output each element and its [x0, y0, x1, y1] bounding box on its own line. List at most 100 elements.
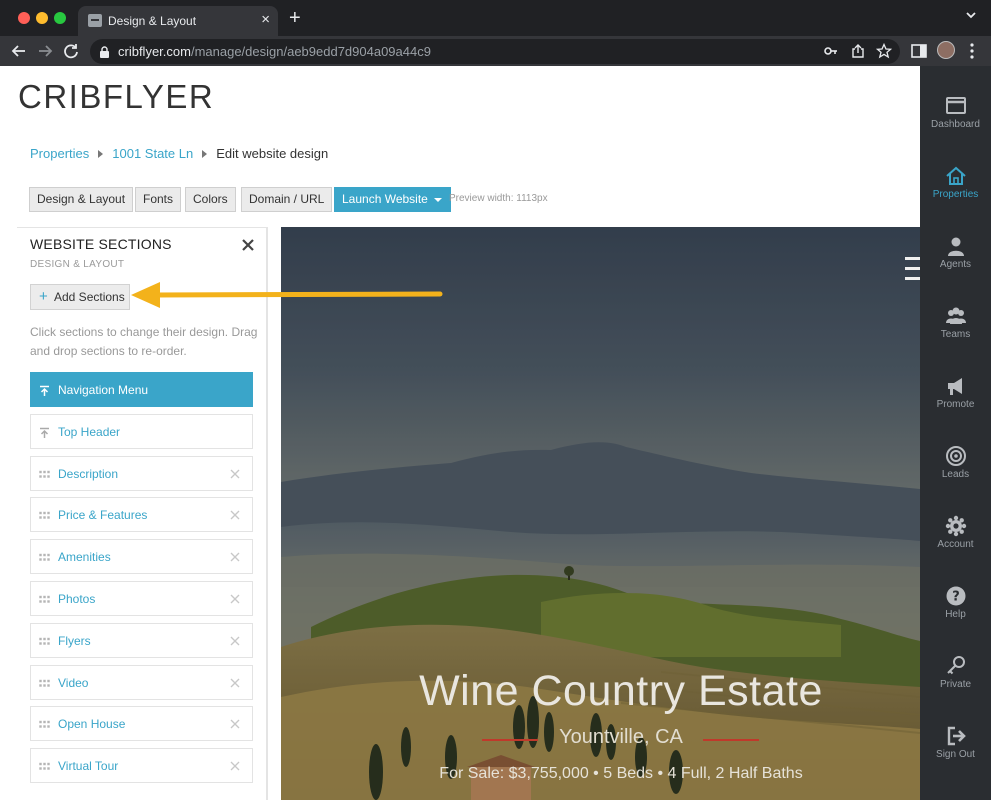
domain-url-button[interactable]: Domain / URL — [241, 187, 333, 212]
add-sections-button[interactable]: + Add Sections — [30, 284, 130, 310]
sidebar-item-label: Help — [945, 609, 966, 620]
remove-section-icon[interactable] — [230, 719, 240, 729]
sidebar-item-dashboard[interactable]: Dashboard — [920, 87, 991, 149]
section-item-price-features[interactable]: Price & Features — [30, 497, 253, 533]
app-main: CRIBFLYER Properties 1001 State Ln Edit we… — [0, 66, 991, 800]
remove-section-icon[interactable] — [230, 552, 240, 562]
reload-icon[interactable] — [60, 40, 82, 62]
remove-section-icon[interactable] — [230, 636, 240, 646]
dropdown-caret-icon — [433, 198, 442, 202]
sidebar-item-label: Private — [939, 679, 972, 690]
back-arrow-icon[interactable] — [8, 40, 30, 62]
dashboard-icon — [946, 97, 966, 114]
target-icon — [946, 446, 966, 466]
instructions-text: Click sections to change their design. D… — [30, 325, 258, 358]
website-sections-panel: WEBSITE SECTIONS DESIGN & LAYOUT + Add S… — [17, 227, 268, 800]
svg-text:?: ? — [952, 590, 960, 605]
hero-location-wrap: Yountville, CA — [281, 726, 920, 749]
sidebar-item-promote[interactable]: Promote — [920, 367, 991, 429]
launch-website-label: Launch Website — [342, 192, 428, 206]
panel-subtitle: DESIGN & LAYOUT — [30, 259, 125, 270]
pin-top-icon — [40, 385, 49, 396]
side-panel-icon[interactable] — [909, 41, 929, 61]
pin-top-icon — [40, 427, 49, 438]
browser-menu-icon[interactable] — [970, 42, 974, 60]
sidebar-item-properties[interactable]: Properties — [920, 157, 991, 219]
forward-arrow-icon[interactable] — [34, 40, 56, 62]
breadcrumb-current: Edit website design — [216, 146, 329, 161]
key-icon[interactable] — [823, 43, 839, 59]
section-item-video[interactable]: Video — [30, 664, 253, 700]
sidebar-item-help[interactable]: ? Help — [920, 577, 991, 639]
remove-section-icon[interactable] — [230, 510, 240, 520]
sidebar-item-private[interactable]: Private — [920, 647, 991, 709]
share-icon[interactable] — [850, 43, 866, 59]
address-bar[interactable]: cribflyer.com/manage/design/aeb9edd7d904… — [90, 39, 900, 64]
hamburger-menu-icon[interactable] — [905, 254, 920, 284]
drag-handle-icon — [39, 762, 50, 770]
help-icon: ? — [946, 586, 966, 606]
sidebar-item-label: Agents — [939, 259, 972, 270]
browser-tab-active[interactable]: Design & Layout × — [78, 6, 278, 36]
megaphone-icon — [948, 378, 962, 395]
cribflyer-logo[interactable]: CRIBFLYER — [18, 78, 214, 116]
section-label: Description — [58, 466, 119, 481]
website-preview[interactable]: Wine Country Estate Yountville, CA For S… — [281, 227, 920, 800]
key-icon — [947, 656, 965, 675]
section-item-virtual-tour[interactable]: Virtual Tour — [30, 748, 253, 784]
launch-website-button[interactable]: Launch Website — [334, 187, 451, 212]
remove-section-icon[interactable] — [230, 761, 240, 771]
home-icon — [946, 166, 966, 185]
section-item-amenities[interactable]: Amenities — [30, 539, 253, 575]
close-icon[interactable] — [241, 238, 255, 252]
url-text: cribflyer.com/manage/design/aeb9edd7d904… — [118, 44, 431, 59]
panel-title: WEBSITE SECTIONS — [30, 236, 172, 252]
drag-handle-icon — [39, 679, 50, 687]
url-path: /manage/design/aeb9edd7d904a09a44c9 — [190, 44, 431, 59]
breadcrumb-separator-icon — [98, 150, 104, 159]
sidebar-item-label: Properties — [932, 189, 979, 200]
tab-bar: Design & Layout × + — [0, 0, 991, 36]
profile-avatar[interactable] — [937, 41, 955, 59]
hero-title: Wine Country Estate — [419, 667, 823, 715]
minimize-window-button[interactable] — [36, 12, 48, 24]
breadcrumb-property-link[interactable]: 1001 State Ln — [112, 146, 193, 161]
section-item-top-header[interactable]: Top Header — [30, 413, 253, 449]
section-item-photos[interactable]: Photos — [30, 581, 253, 616]
design-layout-button[interactable]: Design & Layout — [29, 187, 134, 212]
section-label: Video — [58, 675, 89, 690]
site-favicon-icon — [88, 14, 102, 27]
breadcrumb: Properties 1001 State Ln Edit website desi… — [30, 146, 328, 161]
hero-location: Yountville, CA — [559, 726, 683, 748]
remove-section-icon[interactable] — [230, 594, 240, 604]
add-sections-label: Add Sections — [54, 290, 125, 304]
sidebar-item-teams[interactable]: Teams — [920, 297, 991, 359]
drag-handle-icon — [39, 553, 50, 561]
lock-icon — [100, 46, 109, 58]
close-window-button[interactable] — [18, 12, 30, 24]
sidebar-item-agents[interactable]: Agents — [920, 227, 991, 289]
remove-section-icon[interactable] — [230, 678, 240, 688]
breadcrumb-properties-link[interactable]: Properties — [30, 146, 89, 161]
browser-toolbar: cribflyer.com/manage/design/aeb9edd7d904… — [0, 36, 991, 66]
section-item-navigation-menu[interactable]: Navigation Menu — [30, 372, 253, 407]
app-sidebar: Dashboard Properties Agents Teams Promote Lea… — [920, 66, 991, 800]
colors-button[interactable]: Colors — [185, 187, 236, 212]
tab-close-icon[interactable]: × — [261, 12, 270, 28]
section-item-description[interactable]: Description — [30, 455, 253, 491]
sidebar-item-account[interactable]: Account — [920, 507, 991, 569]
sidebar-item-leads[interactable]: Leads — [920, 437, 991, 499]
tab-search-chevron-icon[interactable] — [965, 9, 977, 21]
section-item-open-house[interactable]: Open House — [30, 706, 253, 742]
section-label: Top Header — [58, 424, 121, 439]
fonts-button[interactable]: Fonts — [135, 187, 182, 212]
bookmark-star-icon[interactable] — [876, 43, 892, 59]
drag-handle-icon — [39, 470, 50, 478]
section-label: Amenities — [58, 550, 111, 565]
maximize-window-button[interactable] — [54, 12, 66, 24]
section-item-flyers[interactable]: Flyers — [30, 622, 253, 658]
team-icon — [946, 307, 966, 324]
sidebar-item-sign-out[interactable]: Sign Out — [920, 717, 991, 779]
remove-section-icon[interactable] — [230, 469, 240, 479]
new-tab-button[interactable]: + — [289, 8, 301, 28]
